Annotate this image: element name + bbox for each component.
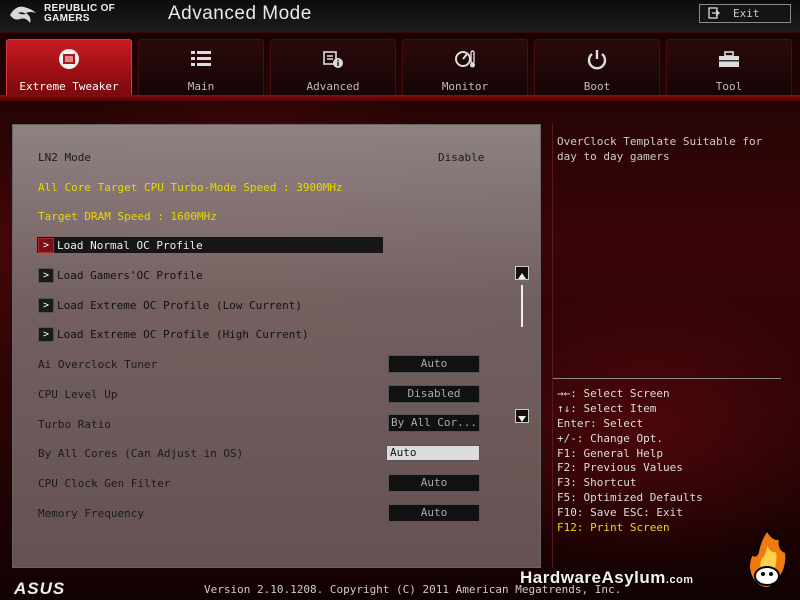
arrow-up-icon [518, 273, 526, 279]
turbo-ratio-label: Turbo Ratio [38, 418, 111, 431]
tab-label: Monitor [441, 80, 489, 93]
tab-extreme-tweaker[interactable]: Extreme Tweaker [6, 39, 132, 95]
help-panel: OverClock Template Suitable for day to d… [552, 124, 793, 568]
by-all-cores-label: By All Cores (Can Adjust in OS) [38, 447, 244, 460]
load-gamers-oc-profile[interactable]: Load Gamers'OC Profile [57, 269, 203, 282]
ln2-mode-value[interactable]: Disable [438, 151, 484, 164]
exit-label: Exit [733, 7, 760, 20]
load-extreme-oc-high[interactable]: Load Extreme OC Profile (High Current) [57, 328, 309, 341]
advanced-info-icon [323, 51, 343, 68]
hotkey-f5: F5: Optimized Defaults [557, 491, 703, 504]
load-normal-oc-profile[interactable]: Load Normal OC Profile [57, 239, 203, 252]
hotkey-change-opt: +/-: Change Opt. [557, 432, 663, 445]
cpu-clock-gen-filter-label: CPU Clock Gen Filter [38, 477, 171, 490]
flame-mascot-icon [748, 528, 788, 590]
memory-frequency-label: Memory Frequency [38, 507, 144, 520]
arrow-down-icon [518, 416, 526, 422]
hotkey-f12: F12: Print Screen [557, 521, 670, 534]
watermark-suffix: .com [665, 574, 694, 586]
hotkey-enter: Enter: Select [557, 417, 644, 430]
submenu-arrow-icon: > [38, 238, 54, 253]
cpu-clock-gen-filter-select[interactable]: Auto [388, 474, 480, 492]
rog-eye-icon [10, 6, 36, 23]
brand-text: REPUBLIC OF GAMERS [44, 4, 115, 24]
page-title: Advanced Mode [168, 3, 312, 24]
tab-boot[interactable]: Boot [534, 39, 660, 95]
help-divider [553, 378, 781, 379]
hotkey-f10: F10: Save ESC: Exit [557, 506, 683, 519]
exit-button[interactable]: Exit [699, 4, 791, 23]
tab-label: Main [187, 80, 215, 93]
scroll-up-button[interactable] [515, 266, 529, 280]
list-icon [191, 51, 211, 66]
load-extreme-oc-low[interactable]: Load Extreme OC Profile (Low Current) [57, 299, 302, 312]
hotkey-select-screen: →←: Select Screen [557, 387, 670, 400]
power-icon [587, 50, 607, 70]
toolbox-icon [719, 51, 739, 67]
cpu-level-up-label: CPU Level Up [38, 388, 118, 401]
brand-line2: GAMERS [44, 13, 90, 24]
settings-panel: LN2 Mode Disable All Core Target CPU Tur… [12, 124, 541, 568]
help-description: OverClock Template Suitable for day to d… [557, 135, 763, 163]
asus-logo: ASUS [14, 579, 66, 598]
scroll-down-button[interactable] [515, 409, 529, 423]
tab-tool[interactable]: Tool [666, 39, 792, 95]
tab-underline [0, 95, 800, 101]
turbo-ratio-select[interactable]: By All Cor... [388, 414, 480, 432]
hotkey-select-item: ↑↓: Select Item [557, 402, 657, 415]
tab-label: Boot [583, 80, 611, 93]
hotkey-f2: F2: Previous Values [557, 461, 683, 474]
tab-main[interactable]: Main [138, 39, 264, 95]
submenu-arrow-icon: > [38, 298, 54, 313]
tab-monitor[interactable]: Monitor [402, 39, 528, 95]
hotkey-f3: F3: Shortcut [557, 476, 637, 489]
tweaker-icon [59, 49, 79, 69]
tab-label: Extreme Tweaker [19, 80, 119, 93]
submenu-arrow-icon: > [38, 268, 54, 283]
tab-label: Tool [715, 80, 743, 93]
tab-advanced[interactable]: Advanced [270, 39, 396, 95]
by-all-cores-input[interactable]: Auto [386, 445, 480, 461]
monitor-gauge-icon [455, 50, 475, 68]
cpu-turbo-speed-info: All Core Target CPU Turbo-Mode Speed : 3… [38, 181, 343, 194]
tab-label: Advanced [306, 80, 360, 93]
hotkey-f1: F1: General Help [557, 447, 663, 460]
memory-frequency-select[interactable]: Auto [388, 504, 480, 522]
submenu-arrow-icon: > [38, 327, 54, 342]
ln2-mode-label: LN2 Mode [38, 151, 91, 164]
hardwareasylum-watermark: HardwareAsylum.com [520, 568, 694, 588]
dram-speed-info: Target DRAM Speed : 1600MHz [38, 210, 217, 223]
watermark-text: HardwareAsylum [520, 568, 666, 587]
exit-door-icon [708, 7, 720, 19]
ai-overclock-tuner-select[interactable]: Auto [388, 355, 480, 373]
cpu-level-up-select[interactable]: Disabled [388, 385, 480, 403]
ai-overclock-tuner-label: Ai Overclock Tuner [38, 358, 158, 371]
top-bar: REPUBLIC OF GAMERS Advanced Mode Exit [0, 0, 800, 33]
scrollbar-thumb[interactable] [521, 285, 523, 327]
